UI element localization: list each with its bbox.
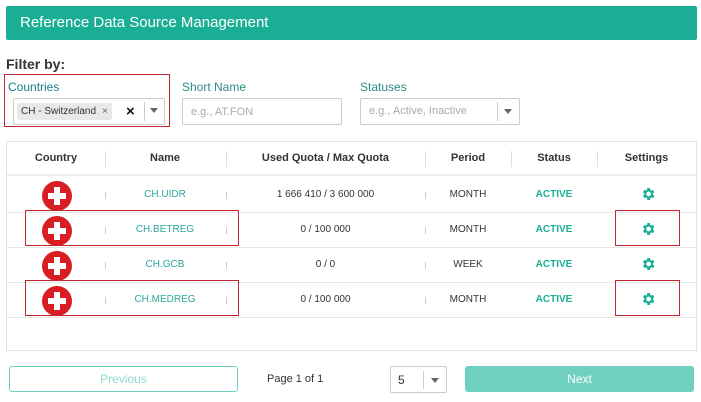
status-badge: ACTIVE [535, 259, 573, 270]
table-row: CH.UIDR 1 666 410 / 3 600 000 MONTH ACTI… [7, 178, 696, 213]
column-header-name[interactable]: Name [105, 152, 225, 164]
row-quota: 0 / 0 [315, 259, 336, 270]
name-highlight-box [25, 280, 239, 316]
column-header-status[interactable]: Status [511, 152, 597, 164]
row-name-link[interactable]: CH.UIDR [105, 189, 225, 200]
data-source-table: Country Name Used Quota / Max Quota Peri… [6, 141, 697, 351]
row-period: MONTH [449, 224, 487, 235]
row-name-link[interactable]: CH.GCB [105, 259, 225, 270]
filter-heading: Filter by: [6, 56, 66, 72]
chevron-down-icon[interactable] [150, 108, 158, 113]
table-row: CH.GCB 0 / 0 WEEK ACTIVE [7, 248, 696, 283]
status-badge: ACTIVE [535, 224, 573, 235]
row-period: MONTH [449, 294, 487, 305]
chip-remove-icon[interactable]: × [102, 106, 108, 117]
swiss-flag-icon [42, 181, 72, 211]
column-header-quota[interactable]: Used Quota / Max Quota [226, 152, 425, 164]
gear-icon[interactable] [640, 186, 656, 202]
clear-selection-icon[interactable]: × [126, 103, 135, 120]
page-size-value: 5 [398, 373, 405, 387]
settings-highlight-box [615, 280, 680, 316]
statuses-placeholder: e.g., Active, Inactive [369, 105, 467, 117]
statuses-select[interactable]: e.g., Active, Inactive [360, 98, 520, 125]
column-header-settings: Settings [624, 152, 669, 164]
page-title: Reference Data Source Management [20, 14, 269, 31]
chevron-down-icon[interactable] [431, 378, 439, 383]
previous-button[interactable]: Previous [9, 366, 238, 392]
settings-highlight-box [615, 210, 680, 246]
row-period: WEEK [453, 259, 483, 270]
gear-icon[interactable] [640, 256, 656, 272]
short-name-input[interactable] [182, 98, 342, 125]
table-header: Country Name Used Quota / Max Quota Peri… [7, 142, 696, 176]
page-size-select[interactable]: 5 [390, 366, 447, 393]
row-period: MONTH [449, 189, 487, 200]
country-chip: CH - Switzerland × [17, 103, 112, 120]
statuses-label: Statuses [360, 80, 407, 94]
page-info: Page 1 of 1 [267, 373, 324, 385]
countries-select[interactable]: CH - Switzerland × × [13, 98, 165, 125]
select-divider [423, 371, 424, 389]
name-highlight-box [25, 210, 239, 246]
next-button[interactable]: Next [465, 366, 694, 392]
status-badge: ACTIVE [535, 189, 573, 200]
row-quota: 0 / 100 000 [300, 224, 351, 235]
row-quota: 1 666 410 / 3 600 000 [276, 189, 375, 200]
select-divider [497, 102, 498, 121]
country-chip-label: CH - Switzerland [21, 106, 97, 117]
page-header: Reference Data Source Management [6, 6, 697, 40]
column-header-country[interactable]: Country [7, 152, 105, 164]
chevron-down-icon[interactable] [504, 109, 512, 114]
swiss-flag-icon [42, 251, 72, 281]
status-badge: ACTIVE [535, 294, 573, 305]
short-name-label: Short Name [182, 80, 247, 94]
column-header-period[interactable]: Period [425, 152, 511, 164]
select-divider [144, 102, 145, 121]
row-quota: 0 / 100 000 [300, 294, 351, 305]
